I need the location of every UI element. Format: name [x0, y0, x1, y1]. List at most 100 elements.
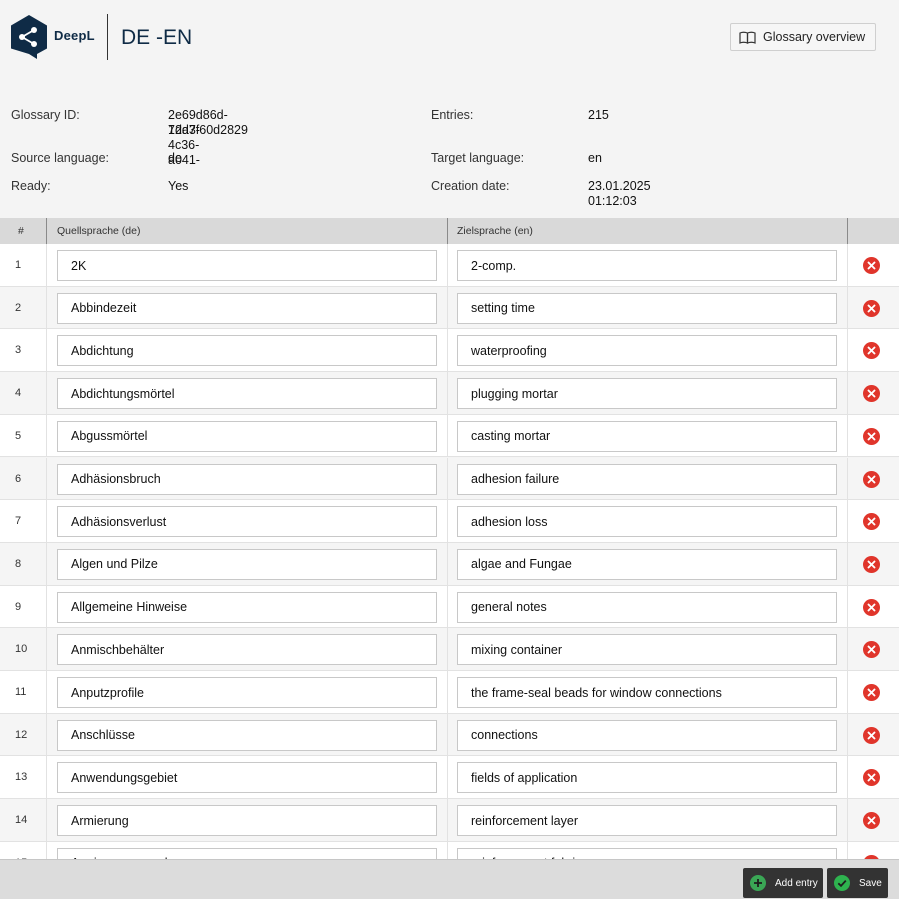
source-language-label: Source language:	[11, 151, 109, 165]
cell-separator	[447, 713, 448, 757]
target-term-input[interactable]	[457, 250, 837, 281]
row-number: 2	[15, 301, 22, 314]
table-header: # Quellsprache (de) Zielsprache (en)	[0, 218, 899, 244]
source-term-input[interactable]	[57, 548, 437, 580]
save-label: Save	[859, 877, 882, 889]
cell-separator	[447, 585, 448, 629]
cell-separator	[847, 799, 848, 842]
cell-separator	[46, 542, 47, 586]
glossary-id-label: Glossary ID:	[11, 108, 80, 122]
delete-entry-icon[interactable]	[863, 684, 880, 701]
row-number: 7	[15, 515, 22, 528]
app-header: DeepL DE -EN Glossary overview	[0, 0, 899, 80]
cell-separator	[847, 457, 848, 501]
target-term-input[interactable]	[457, 463, 837, 495]
source-term-input[interactable]	[57, 591, 437, 623]
cell-separator	[847, 585, 848, 629]
target-term-input[interactable]	[457, 292, 837, 324]
source-term-input[interactable]	[57, 847, 437, 859]
cell-separator	[447, 457, 448, 501]
glossary-overview-button[interactable]: Glossary overview	[730, 23, 876, 51]
cell-separator	[46, 372, 47, 415]
target-term-input[interactable]	[457, 847, 837, 859]
glossary-overview-label: Glossary overview	[763, 30, 866, 44]
target-term-input[interactable]	[457, 420, 837, 452]
target-term-input[interactable]	[457, 762, 837, 794]
target-term-input[interactable]	[457, 506, 837, 538]
row-number: 12	[15, 728, 28, 741]
target-term-input[interactable]	[457, 634, 837, 666]
target-term-input[interactable]	[457, 719, 837, 751]
source-term-input[interactable]	[57, 250, 437, 281]
delete-entry-icon[interactable]	[863, 257, 880, 274]
footer-bar: Add entry Save	[0, 859, 899, 899]
cell-separator	[46, 713, 47, 757]
table-row: 15	[0, 841, 899, 859]
cell-separator	[46, 671, 47, 714]
delete-entry-icon[interactable]	[863, 555, 880, 573]
cell-separator	[447, 286, 448, 330]
cell-separator	[46, 841, 47, 859]
delete-entry-icon[interactable]	[863, 598, 880, 616]
source-term-input[interactable]	[57, 378, 437, 410]
cell-separator	[847, 500, 848, 543]
delete-entry-icon[interactable]	[863, 513, 880, 531]
source-term-input[interactable]	[57, 762, 437, 794]
delete-entry-icon[interactable]	[863, 812, 880, 830]
delete-entry-icon[interactable]	[863, 769, 880, 787]
source-term-input[interactable]	[57, 506, 437, 538]
row-number: 13	[15, 771, 28, 784]
delete-entry-icon[interactable]	[863, 299, 880, 317]
cell-separator	[847, 542, 848, 586]
table-row: 3	[0, 329, 899, 373]
cell-separator	[46, 414, 47, 458]
source-term-input[interactable]	[57, 292, 437, 324]
cell-separator	[847, 414, 848, 458]
cell-separator	[447, 244, 448, 287]
checkmark-circle-icon	[834, 875, 850, 891]
delete-entry-icon[interactable]	[863, 385, 880, 403]
delete-entry-icon[interactable]	[863, 470, 880, 488]
add-entry-button[interactable]: Add entry	[743, 868, 823, 898]
cell-separator	[447, 756, 448, 800]
table-row: 9	[0, 585, 899, 629]
delete-entry-icon[interactable]	[863, 427, 880, 445]
source-term-input[interactable]	[57, 634, 437, 666]
cell-separator	[847, 628, 848, 671]
source-term-input[interactable]	[57, 335, 437, 367]
table-row: 10	[0, 628, 899, 671]
target-language-value: en	[588, 151, 602, 165]
delete-entry-icon[interactable]	[863, 641, 880, 659]
delete-entry-icon[interactable]	[863, 726, 880, 744]
cell-separator	[847, 286, 848, 330]
save-button[interactable]: Save	[827, 868, 888, 898]
cell-separator	[847, 841, 848, 859]
source-language-value: de	[168, 151, 182, 165]
row-number: 11	[15, 686, 27, 698]
row-number: 8	[15, 557, 22, 570]
cell-separator	[447, 628, 448, 671]
cell-separator	[847, 713, 848, 757]
target-term-input[interactable]	[457, 805, 837, 837]
column-header-target: Zielsprache (en)	[457, 225, 533, 237]
cell-separator	[447, 500, 448, 543]
target-language-label: Target language:	[431, 151, 525, 165]
target-term-input[interactable]	[457, 335, 837, 367]
source-term-input[interactable]	[57, 677, 437, 708]
cell-separator	[447, 372, 448, 415]
table-row: 5	[0, 414, 899, 458]
table-row: 11	[0, 671, 899, 714]
table-row: 2	[0, 286, 899, 330]
source-term-input[interactable]	[57, 719, 437, 751]
cell-separator	[447, 671, 448, 714]
target-term-input[interactable]	[457, 591, 837, 623]
target-term-input[interactable]	[457, 378, 837, 410]
row-number: 5	[15, 429, 22, 442]
deepl-logo-icon	[11, 15, 47, 59]
source-term-input[interactable]	[57, 463, 437, 495]
source-term-input[interactable]	[57, 420, 437, 452]
source-term-input[interactable]	[57, 805, 437, 837]
target-term-input[interactable]	[457, 548, 837, 580]
target-term-input[interactable]	[457, 677, 837, 708]
delete-entry-icon[interactable]	[863, 342, 880, 360]
